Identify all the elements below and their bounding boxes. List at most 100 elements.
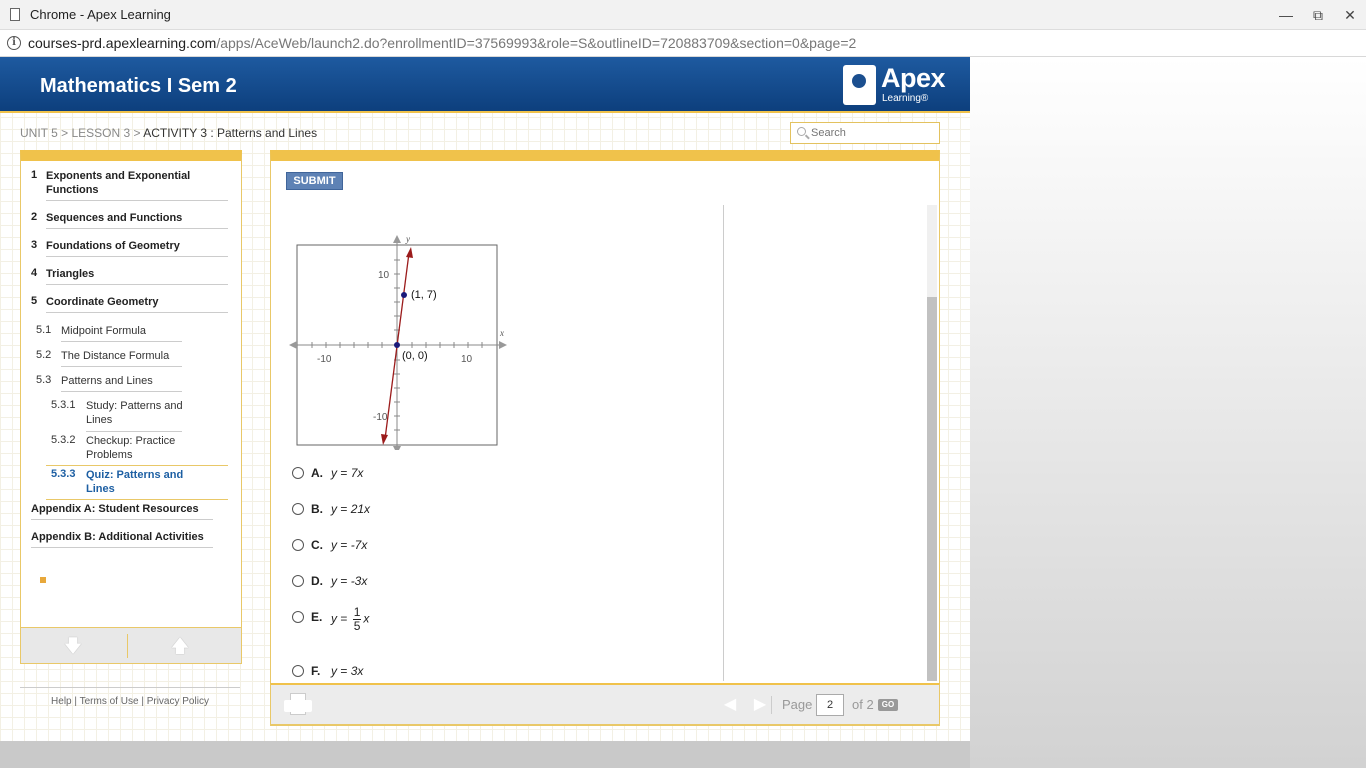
- fraction-denominator: 5: [353, 619, 361, 633]
- print-icon[interactable]: [284, 693, 312, 717]
- course-title: Mathematics I Sem 2: [40, 75, 237, 97]
- divider: [46, 200, 228, 201]
- info-icon[interactable]: i: [7, 36, 21, 50]
- url-path: /apps/AceWeb/launch2.do?enrollmentID=375…: [216, 35, 857, 51]
- divider: [46, 312, 228, 313]
- point-0-0: [394, 342, 400, 348]
- choice-letter: F.: [311, 664, 321, 678]
- choice-letter: D.: [311, 574, 323, 588]
- next-arrow-icon[interactable]: ▶: [749, 696, 771, 714]
- terms-link[interactable]: Terms of Use: [80, 696, 139, 707]
- point-1-7-label: (1, 7): [411, 289, 437, 301]
- print-body-shape: [284, 700, 312, 712]
- eq-sign: =: [337, 466, 351, 480]
- coordinate-graph: x y -10 10 10 -10 (1, 7) (0, 0): [289, 234, 507, 450]
- breadcrumb-separator: >: [57, 126, 72, 140]
- breadcrumb-lesson[interactable]: LESSON 3: [71, 126, 130, 140]
- search-icon: [797, 127, 806, 136]
- x-tick-label-10: 10: [461, 354, 473, 365]
- restore-icon[interactable]: ⧉: [1308, 6, 1328, 24]
- divider: [46, 256, 228, 257]
- choice-letter: A.: [311, 466, 323, 480]
- lesson-label: The Distance Formula: [61, 350, 170, 362]
- panel-divider: [723, 205, 724, 681]
- scrollbar[interactable]: [927, 205, 937, 681]
- divider: [31, 519, 213, 520]
- choice-radio[interactable]: [292, 665, 304, 677]
- choice-radio[interactable]: [292, 575, 304, 587]
- choice-radio[interactable]: [292, 467, 304, 479]
- link-separator: |: [74, 696, 78, 707]
- page-label: Page: [782, 697, 813, 712]
- breadcrumb-activity: ACTIVITY 3 : Patterns and Lines: [143, 126, 318, 140]
- quiz-footer: ◀ ▶ Page of 2 GO: [270, 683, 940, 725]
- choice-letter: B.: [311, 502, 323, 516]
- arrow-down-icon[interactable]: 🡇: [61, 634, 85, 658]
- activity-number: 5.3.3: [51, 468, 76, 480]
- address-bar[interactable]: i courses-prd.apexlearning.com/apps/AceW…: [0, 30, 1366, 57]
- choice-equation: y = -7x: [331, 538, 367, 552]
- breadcrumb-unit[interactable]: UNIT 5: [20, 126, 58, 140]
- point-1-7: [401, 292, 407, 298]
- prev-arrow-icon[interactable]: ◀: [719, 696, 741, 714]
- apex-logo-sub: Learning®: [882, 93, 929, 104]
- choice-letter: E.: [311, 610, 323, 624]
- url-domain: courses-prd.apexlearning.com: [28, 35, 217, 51]
- choice-radio[interactable]: [292, 503, 304, 515]
- page-number-input[interactable]: [816, 694, 844, 716]
- appendix-label: Appendix B: Additional Activities: [31, 531, 204, 543]
- x-axis-label: x: [499, 328, 504, 338]
- choice-radio[interactable]: [292, 611, 304, 623]
- eq-rhs: -7x: [350, 538, 368, 552]
- course-header: Mathematics I Sem 2 Apex Learning®: [0, 57, 970, 113]
- lesson-number: 5.3: [36, 374, 52, 386]
- divider: [61, 341, 182, 342]
- unit-label: Exponents and Exponential Functions: [46, 170, 191, 196]
- choice-radio[interactable]: [292, 539, 304, 551]
- activity-label: Checkup: Practice Problems: [86, 435, 176, 461]
- apex-logo-name: Apex: [881, 63, 946, 93]
- arrow-up-icon[interactable]: 🡅: [168, 634, 192, 658]
- eq-sign: =: [337, 538, 351, 552]
- url-text[interactable]: courses-prd.apexlearning.com/apps/AceWeb…: [28, 35, 856, 51]
- scrollbar-thumb[interactable]: [927, 297, 937, 681]
- minimize-icon[interactable]: —: [1276, 6, 1296, 24]
- unit-label: Sequences and Functions: [46, 212, 183, 224]
- choice-equation: y = 3x: [331, 664, 363, 678]
- submit-button[interactable]: SUBMIT: [286, 172, 343, 190]
- y-axis-label: y: [405, 234, 410, 244]
- go-button[interactable]: GO: [878, 699, 898, 711]
- unit-number: 3: [31, 239, 38, 251]
- search-box[interactable]: [790, 122, 940, 144]
- footer-links: Help | Terms of Use | Privacy Policy: [20, 687, 240, 709]
- choice-letter: C.: [311, 538, 323, 552]
- eq-variable: x: [363, 611, 370, 626]
- appendix-label: Appendix A: Student Resources: [31, 503, 199, 515]
- choice-equation: y = 21x: [331, 502, 370, 516]
- eq-sign: =: [337, 574, 351, 588]
- close-icon[interactable]: ✕: [1340, 6, 1360, 24]
- search-input[interactable]: [811, 125, 936, 141]
- activity-label: Study: Patterns and Lines: [86, 400, 183, 426]
- apex-logo[interactable]: Apex Learning®: [843, 63, 953, 107]
- divider: [61, 366, 182, 367]
- unit-number: 5: [31, 295, 38, 307]
- unit-number: 4: [31, 267, 38, 279]
- page-total-label: of 2: [852, 697, 874, 712]
- unit-number: 2: [31, 211, 38, 223]
- eq-rhs: 3x: [350, 664, 364, 678]
- y-axis-bottom-arrow: [393, 446, 401, 450]
- divider: [61, 391, 182, 392]
- activity-label: Quiz: Patterns and Lines: [86, 469, 184, 495]
- quiz-panel: SUBMIT x y -10 10 10 -10 (1, 7) (0, 0) A…: [270, 150, 940, 726]
- help-link[interactable]: Help: [51, 696, 72, 707]
- divider: [46, 284, 228, 285]
- breadcrumb-separator: >: [130, 126, 144, 140]
- browser-titlebar: Chrome - Apex Learning — ⧉ ✕: [0, 0, 1366, 30]
- choice-equation: y = 15x: [331, 606, 369, 633]
- point-0-0-label: (0, 0): [402, 350, 428, 362]
- privacy-link[interactable]: Privacy Policy: [147, 696, 209, 707]
- eq-rhs: 7x: [350, 466, 364, 480]
- lesson-label: Midpoint Formula: [61, 325, 146, 337]
- divider: [31, 547, 213, 548]
